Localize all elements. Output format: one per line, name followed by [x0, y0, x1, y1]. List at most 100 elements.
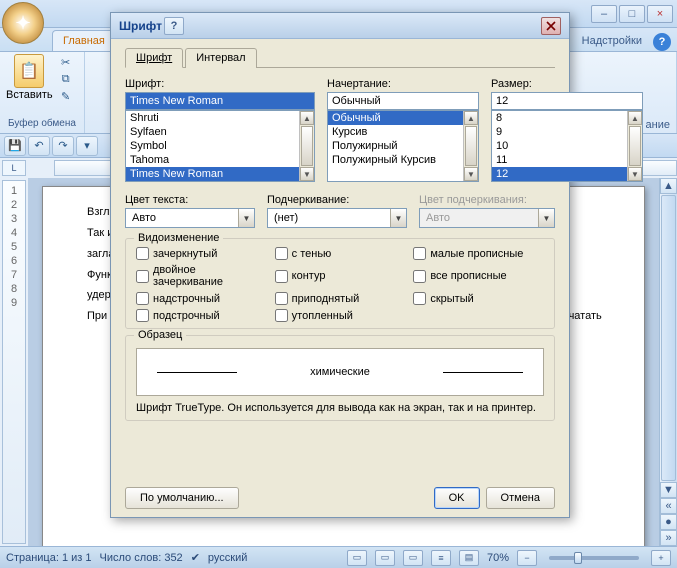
- font-input[interactable]: [125, 92, 315, 110]
- underline-color-combo: Авто▼: [419, 208, 555, 228]
- list-item[interactable]: Shruti: [126, 111, 314, 125]
- view-print-layout-button[interactable]: ▭: [347, 550, 367, 566]
- next-page-button[interactable]: »: [660, 530, 677, 546]
- font-label: Шрифт:: [125, 78, 315, 90]
- dialog-close-button[interactable]: [541, 17, 561, 35]
- effects-group: Видоизменение зачеркнутый с тенью малые …: [125, 238, 555, 329]
- preview-group: Образец химические Шрифт TrueType. Он ис…: [125, 335, 555, 421]
- list-item[interactable]: Курсив: [328, 125, 478, 139]
- list-item[interactable]: 11: [492, 153, 642, 167]
- prev-page-button[interactable]: «: [660, 498, 677, 514]
- preview-text: химические: [310, 366, 370, 378]
- list-item[interactable]: Обычный: [328, 111, 478, 125]
- font-listbox[interactable]: ShrutiSylfaenSymbolTahomaTimes New Roman…: [125, 110, 315, 182]
- dialog-tabs: Шрифт Интервал: [125, 47, 555, 68]
- browse-object-button[interactable]: ●: [660, 514, 677, 530]
- check-allcaps[interactable]: все прописные: [413, 264, 544, 288]
- view-outline-button[interactable]: ≡: [431, 550, 451, 566]
- color-label: Цвет текста:: [125, 194, 255, 206]
- dialog-titlebar[interactable]: Шрифт ?: [111, 13, 569, 39]
- list-item[interactable]: 8: [492, 111, 642, 125]
- size-label: Размер:: [491, 78, 643, 90]
- scroll-down-arrow[interactable]: ▼: [660, 482, 677, 498]
- status-spellcheck-icon[interactable]: ✔: [191, 551, 200, 564]
- view-web-button[interactable]: ▭: [403, 550, 423, 566]
- tab-home[interactable]: Главная: [52, 30, 116, 51]
- check-super[interactable]: надстрочный: [136, 292, 267, 305]
- check-hidden[interactable]: скрытый: [413, 292, 544, 305]
- underline-combo[interactable]: (нет)▼: [267, 208, 407, 228]
- paste-button[interactable]: 📋 Вставить: [6, 54, 53, 104]
- check-dstrike[interactable]: двойное зачеркивание: [136, 264, 267, 288]
- redo-button[interactable]: ↷: [52, 136, 74, 156]
- zoom-out-button[interactable]: −: [517, 550, 537, 566]
- default-button[interactable]: По умолчанию...: [125, 487, 239, 509]
- style-listbox[interactable]: ОбычныйКурсивПолужирныйПолужирный Курсив…: [327, 110, 479, 182]
- word-window: ✦ – □ × Главная Надстройки ? 📋 Вставить …: [0, 0, 677, 556]
- check-strike[interactable]: зачеркнутый: [136, 247, 267, 260]
- tab-interval[interactable]: Интервал: [185, 48, 256, 68]
- help-icon[interactable]: ?: [653, 33, 671, 51]
- undo-button[interactable]: ↶: [28, 136, 50, 156]
- vertical-ruler[interactable]: 123456789: [2, 180, 26, 544]
- office-button[interactable]: ✦: [2, 2, 44, 44]
- list-item[interactable]: Symbol: [126, 139, 314, 153]
- scroll-thumb[interactable]: [661, 195, 676, 481]
- list-item[interactable]: Полужирный: [328, 139, 478, 153]
- view-fullscreen-button[interactable]: ▭: [375, 550, 395, 566]
- preview-legend: Образец: [134, 329, 186, 341]
- list-item[interactable]: Tahoma: [126, 153, 314, 167]
- effects-legend: Видоизменение: [134, 232, 223, 244]
- size-input[interactable]: [491, 92, 643, 110]
- check-shadow[interactable]: с тенью: [275, 247, 406, 260]
- underline-label: Подчеркивание:: [267, 194, 407, 206]
- status-words[interactable]: Число слов: 352: [100, 552, 183, 564]
- group-title-clipboard: Буфер обмена: [6, 116, 78, 131]
- zoom-in-button[interactable]: +: [651, 550, 671, 566]
- check-outline[interactable]: контур: [275, 264, 406, 288]
- view-draft-button[interactable]: ▤: [459, 550, 479, 566]
- size-listbox[interactable]: 89101112▲▼: [491, 110, 643, 182]
- list-item[interactable]: 9: [492, 125, 642, 139]
- tab-addins[interactable]: Надстройки: [571, 30, 653, 51]
- list-item[interactable]: 10: [492, 139, 642, 153]
- check-sub[interactable]: подстрочный: [136, 309, 267, 322]
- zoom-slider[interactable]: [549, 556, 639, 560]
- list-item[interactable]: Times New Roman: [126, 167, 314, 181]
- partial-label: ание: [646, 119, 670, 131]
- ruler-corner[interactable]: L: [2, 160, 26, 176]
- list-item[interactable]: 12: [492, 167, 642, 181]
- check-smallcaps[interactable]: малые прописные: [413, 247, 544, 260]
- underline-color-label: Цвет подчеркивания:: [419, 194, 555, 206]
- statusbar: Страница: 1 из 1 Число слов: 352 ✔ русск…: [0, 546, 677, 568]
- list-item[interactable]: Sylfaen: [126, 125, 314, 139]
- ribbon-group-clipboard: 📋 Вставить ✂ ⧉ ✎ Буфер обмена: [0, 52, 85, 133]
- cut-button[interactable]: ✂: [57, 54, 75, 70]
- vertical-scrollbar[interactable]: ▲ ▼ « ● »: [659, 178, 677, 546]
- maximize-button[interactable]: □: [619, 5, 645, 23]
- status-lang[interactable]: русский: [208, 552, 247, 564]
- copy-button[interactable]: ⧉: [57, 71, 75, 87]
- dialog-help-button[interactable]: ?: [164, 17, 184, 35]
- status-page[interactable]: Страница: 1 из 1: [6, 552, 92, 564]
- zoom-percent[interactable]: 70%: [487, 552, 509, 564]
- cancel-button[interactable]: Отмена: [486, 487, 555, 509]
- preview-hint: Шрифт TrueType. Он используется для выво…: [136, 402, 544, 414]
- dialog-buttons: По умолчанию... OK Отмена: [111, 479, 569, 517]
- tab-font[interactable]: Шрифт: [125, 48, 183, 68]
- font-color-combo[interactable]: Авто▼: [125, 208, 255, 228]
- check-emboss[interactable]: приподнятый: [275, 292, 406, 305]
- format-painter-button[interactable]: ✎: [57, 88, 75, 104]
- font-dialog: Шрифт ? Шрифт Интервал Шрифт: ShrutiSylf…: [110, 12, 570, 518]
- minimize-button[interactable]: –: [591, 5, 617, 23]
- zoom-slider-thumb[interactable]: [574, 552, 582, 564]
- save-button[interactable]: 💾: [4, 136, 26, 156]
- close-button[interactable]: ×: [647, 5, 673, 23]
- ok-button[interactable]: OK: [434, 487, 480, 509]
- list-item[interactable]: Полужирный Курсив: [328, 153, 478, 167]
- scroll-up-arrow[interactable]: ▲: [660, 178, 677, 194]
- qat-customize-button[interactable]: ▾: [76, 136, 98, 156]
- check-engrave[interactable]: утопленный: [275, 309, 406, 322]
- style-input[interactable]: [327, 92, 479, 110]
- close-icon: [546, 21, 556, 31]
